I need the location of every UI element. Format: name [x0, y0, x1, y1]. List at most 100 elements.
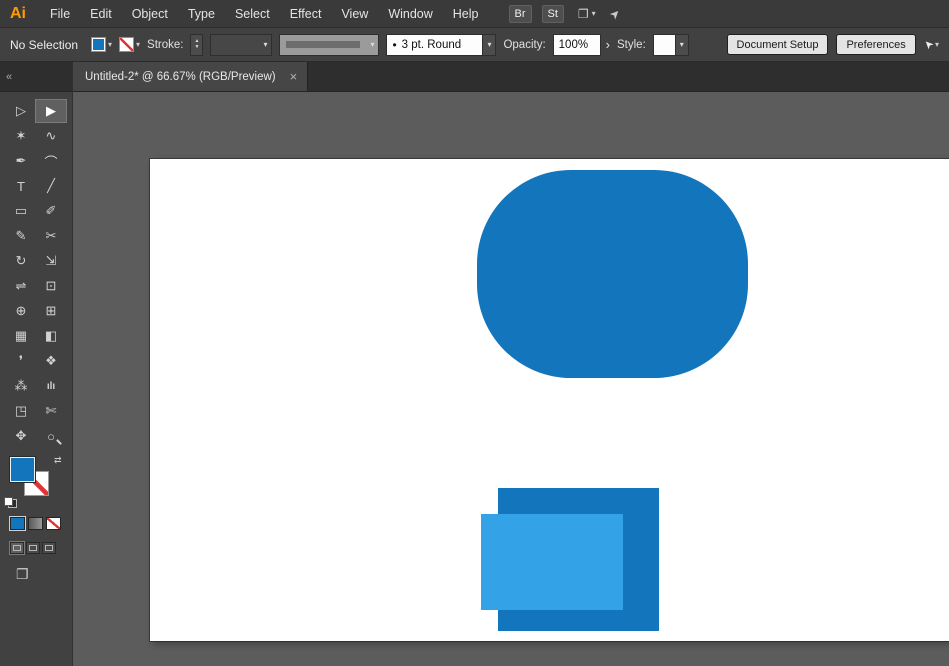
close-icon[interactable]: ×	[290, 69, 298, 84]
eyedropper-tool[interactable]: ❜	[6, 350, 36, 372]
swap-fill-stroke-icon[interactable]: ⇄	[54, 455, 62, 466]
document-tab[interactable]: Untitled-2* @ 66.67% (RGB/Preview) ×	[73, 62, 308, 91]
opacity-input[interactable]: 100%	[553, 34, 601, 56]
style-select[interactable]: ▾	[653, 34, 689, 56]
fill-color-control[interactable]: ▾	[91, 37, 112, 52]
chevron-down-icon: ▾	[108, 40, 112, 49]
blend-tool[interactable]: ❖	[36, 350, 66, 372]
free-transform-tool[interactable]: ⊡	[36, 275, 66, 297]
fill-swatch-icon	[91, 37, 106, 52]
opacity-label: Opacity:	[503, 39, 545, 51]
stock-button[interactable]: St	[542, 5, 564, 23]
opacity-options-icon[interactable]: ›	[606, 37, 610, 52]
selection-status: No Selection	[10, 38, 84, 52]
perspective-grid-tool[interactable]: ⊞	[36, 300, 66, 322]
width-tool[interactable]: ⇌	[6, 275, 36, 297]
illustrator-window: Ai File Edit Object Type Select Effect V…	[0, 0, 949, 666]
menu-object[interactable]: Object	[122, 7, 178, 21]
chevron-down-icon: ▾	[675, 35, 688, 55]
stroke-color-control[interactable]: ▾	[119, 37, 140, 52]
default-fill-stroke-icon[interactable]	[4, 497, 17, 508]
shape-builder-tool[interactable]: ⊕	[6, 300, 36, 322]
style-label: Style:	[617, 39, 646, 51]
paint-mode-buttons	[0, 507, 72, 530]
zoom-tool[interactable]: ○	[36, 425, 66, 447]
type-tool[interactable]: T	[6, 175, 36, 197]
menu-edit[interactable]: Edit	[80, 7, 122, 21]
menu-select[interactable]: Select	[225, 7, 280, 21]
tools-grid: ▷ ▶ ✶ ∿ ✒ ⌒ T ╱ ▭ ✐ ✎ ✂ ↻ ⇲ ⇌ ⊡ ⊕ ⊞ ▦ ◧	[0, 92, 72, 447]
collapse-panel-icon[interactable]: «	[6, 71, 12, 83]
width-profile-select[interactable]: ▾	[279, 34, 379, 56]
fill-swatch[interactable]	[10, 457, 35, 482]
menu-window[interactable]: Window	[378, 7, 442, 21]
slice-tool[interactable]: ✄	[36, 400, 66, 422]
artboard-tool[interactable]: ◳	[6, 400, 36, 422]
select-similar-control[interactable]: ➤ ▾	[924, 38, 939, 51]
brush-select[interactable]: • 3 pt. Round ▾	[386, 34, 496, 56]
pointer-icon: ➤	[921, 37, 937, 53]
paintbrush-tool[interactable]: ✐	[36, 200, 66, 222]
draw-behind-icon[interactable]	[26, 542, 40, 554]
rectangle-tool[interactable]: ▭	[6, 200, 36, 222]
canvas-area[interactable]	[73, 92, 949, 666]
chevron-down-icon: ▾	[592, 9, 596, 18]
chevron-down-icon: ▾	[136, 40, 140, 49]
draw-inside-icon[interactable]	[42, 542, 56, 554]
tab-title: Untitled-2* @ 66.67% (RGB/Preview)	[85, 71, 276, 83]
magic-wand-tool[interactable]: ✶	[6, 125, 36, 147]
stroke-weight-select[interactable]: ▾	[210, 34, 272, 56]
opacity-value: 100%	[554, 39, 600, 51]
gpu-performance-icon[interactable]: ➤	[606, 5, 623, 22]
menu-bar: Ai File Edit Object Type Select Effect V…	[0, 0, 949, 28]
menu-effect[interactable]: Effect	[280, 7, 332, 21]
gradient-mode-button[interactable]	[28, 517, 43, 530]
illustrator-logo-icon: Ai	[10, 5, 26, 23]
width-profile-preview	[286, 41, 360, 48]
control-bar-right-group: Document Setup Preferences ➤ ▾	[727, 34, 939, 55]
symbol-sprayer-tool[interactable]: ⁂	[6, 375, 36, 397]
curvature-tool[interactable]: ⌒	[36, 150, 66, 172]
color-mode-button[interactable]	[10, 517, 25, 530]
mesh-tool[interactable]: ▦	[6, 325, 36, 347]
drawing-mode-buttons	[0, 530, 72, 554]
tools-panel: « ▷ ▶ ✶ ∿ ✒ ⌒ T ╱ ▭ ✐ ✎ ✂ ↻ ⇲ ⇌ ⊡ ⊕ ⊞	[0, 62, 73, 666]
chevron-down-icon: ▾	[366, 35, 378, 55]
menu-file[interactable]: File	[40, 7, 80, 21]
stroke-weight-stepper[interactable]: ▲ ▼	[190, 34, 203, 56]
scissors-tool[interactable]: ✂	[36, 225, 66, 247]
direct-selection-tool[interactable]: ▷	[6, 100, 36, 122]
rotate-tool[interactable]: ↻	[6, 250, 36, 272]
bridge-button[interactable]: Br	[509, 5, 532, 23]
fill-stroke-indicator: ⇄	[10, 457, 70, 507]
document-setup-button[interactable]: Document Setup	[727, 34, 829, 55]
line-segment-tool[interactable]: ╱	[36, 175, 66, 197]
front-rectangle-shape[interactable]	[481, 514, 623, 610]
workspace-switcher[interactable]: ❐ ▾	[578, 7, 596, 21]
control-bar: No Selection ▾ ▾ Stroke: ▲ ▼ ▾ ▾ • 3 pt.…	[0, 28, 949, 62]
none-mode-button[interactable]	[46, 517, 61, 530]
workspace: « ▷ ▶ ✶ ∿ ✒ ⌒ T ╱ ▭ ✐ ✎ ✂ ↻ ⇲ ⇌ ⊡ ⊕ ⊞	[0, 62, 949, 666]
column-graph-tool[interactable]: ılı	[36, 375, 66, 397]
menu-type[interactable]: Type	[178, 7, 225, 21]
menu-help[interactable]: Help	[443, 7, 489, 21]
tools-panel-header: «	[0, 62, 72, 92]
workspace-icon: ❐	[578, 7, 589, 21]
scale-tool[interactable]: ⇲	[36, 250, 66, 272]
artboard[interactable]	[150, 159, 949, 641]
rounded-rectangle-shape[interactable]	[477, 170, 748, 378]
lasso-tool[interactable]: ∿	[36, 125, 66, 147]
shaper-tool[interactable]: ✎	[6, 225, 36, 247]
selection-tool[interactable]: ▶	[36, 100, 66, 122]
menu-view[interactable]: View	[331, 7, 378, 21]
preferences-button[interactable]: Preferences	[836, 34, 915, 55]
stroke-none-swatch-icon	[119, 37, 134, 52]
gradient-tool[interactable]: ◧	[36, 325, 66, 347]
document-column: Untitled-2* @ 66.67% (RGB/Preview) ×	[73, 62, 949, 666]
chevron-down-icon: ▾	[482, 35, 495, 55]
chevron-down-icon: ▾	[259, 35, 271, 55]
draw-normal-icon[interactable]	[10, 542, 24, 554]
hand-tool[interactable]: ✥	[6, 425, 36, 447]
pen-tool[interactable]: ✒	[6, 150, 36, 172]
screen-mode-icon[interactable]: ❐	[16, 566, 36, 583]
